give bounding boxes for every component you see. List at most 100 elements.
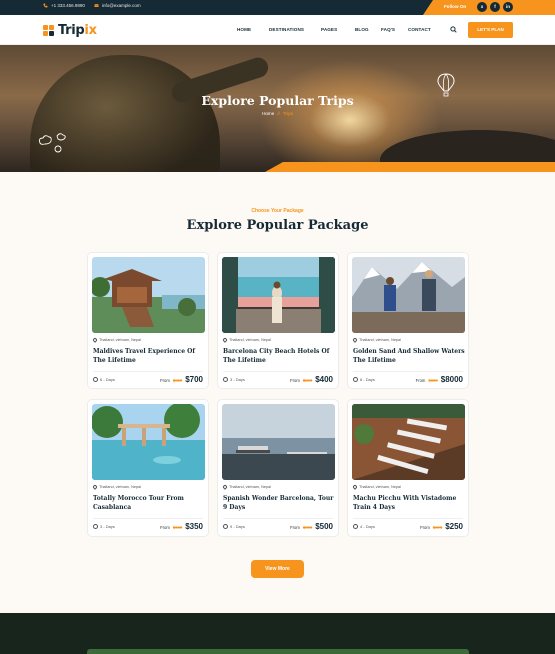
package-location: Thailand, vietnam, Nepal [92, 484, 141, 490]
follow-panel [423, 0, 555, 15]
email-text: info@example.com [102, 3, 141, 8]
mail-icon [94, 3, 99, 7]
card-divider [93, 518, 203, 519]
package-duration: 3 - Days [223, 377, 245, 382]
package-card[interactable]: Thailand, vietnam, Nepal Machu Picchu Wi… [347, 399, 469, 537]
old-price: $800 [302, 378, 313, 383]
clock-icon [353, 524, 358, 529]
card-divider [93, 371, 203, 372]
footer-band [0, 613, 555, 654]
view-more-button[interactable]: View More [251, 560, 304, 578]
nav-contact[interactable]: CONTACT [408, 27, 431, 32]
package-price: From $800 $500 [290, 522, 333, 531]
location-pin-icon [92, 484, 98, 490]
package-location: Thailand, vietnam, Nepal [92, 337, 141, 343]
card-divider [223, 371, 333, 372]
location-pin-icon [92, 337, 98, 343]
package-title[interactable]: Barcelona City Beach Hotels Of The Lifet… [223, 347, 335, 365]
old-price: $800 [432, 525, 443, 530]
phone-text: +1 333.456.9890 [51, 3, 85, 8]
package-price: From $800 $400 [290, 375, 333, 384]
package-price: From $800 $700 [160, 375, 203, 384]
package-duration: 9 - Days [223, 524, 245, 529]
package-card[interactable]: Thailand, vietnam, Nepal Barcelona City … [217, 252, 339, 389]
package-location: Thailand, vietnam, Nepal [222, 484, 271, 490]
card-divider [353, 518, 463, 519]
location-pin-icon [222, 484, 228, 490]
package-title[interactable]: Maldives Travel Experience Of The Lifeti… [93, 347, 205, 365]
clock-icon [93, 524, 98, 529]
footer-panel-edge [87, 649, 469, 654]
package-image-balcony[interactable] [222, 257, 335, 333]
package-duration: 4 - Days [353, 524, 375, 529]
lets-plan-button[interactable]: LET'S PLAN [468, 22, 513, 38]
clock-icon [223, 377, 228, 382]
logo[interactable]: Tripix [43, 23, 97, 38]
current-price: $250 [445, 522, 463, 531]
linkedin-social-icon[interactable]: in [503, 2, 513, 12]
package-location: Thailand, vietnam, Nepal [222, 337, 271, 343]
old-price: $800 [428, 378, 438, 383]
cloud-doodle-icon [38, 133, 66, 153]
old-price: $800 [302, 525, 313, 530]
clock-icon [93, 377, 98, 382]
breadcrumb: Home//Trips [0, 111, 555, 116]
clock-icon [223, 524, 228, 529]
current-price: $400 [315, 375, 333, 384]
current-price: $350 [185, 522, 203, 531]
x-social-icon[interactable]: x [477, 2, 487, 12]
old-price: $800 [172, 378, 183, 383]
facebook-social-icon[interactable]: f [490, 2, 500, 12]
search-icon[interactable] [450, 26, 457, 33]
package-duration: 6 - Days [353, 377, 375, 382]
phone-contact[interactable]: +1 333.456.9890 [43, 3, 85, 8]
location-pin-icon [222, 337, 228, 343]
current-price: $500 [315, 522, 333, 531]
package-title[interactable]: Spanish Wonder Barcelona, Tour 9 Days [223, 494, 335, 512]
breadcrumb-home[interactable]: Home [262, 111, 274, 116]
nav-faqs[interactable]: FAQ'S [381, 27, 395, 32]
nav-blog[interactable]: BLOG [355, 27, 369, 32]
package-card[interactable]: Thailand, vietnam, Nepal Spanish Wonder … [217, 399, 339, 537]
site-header: Tripix HOME DESTINATIONS PAGES BLOG FAQ'… [0, 15, 555, 45]
breadcrumb-separator: // [277, 111, 280, 116]
section-title: Explore Popular Package [186, 218, 369, 233]
current-price: $8000 [440, 375, 463, 384]
email-contact[interactable]: info@example.com [94, 3, 141, 8]
card-divider [223, 518, 333, 519]
hero-accent-stripe [265, 162, 555, 172]
package-location: Thailand, vietnam, Nepal [352, 484, 401, 490]
hero-title: Explore Popular Trips [201, 93, 354, 108]
package-image-mountain[interactable] [352, 257, 465, 333]
package-image-resort[interactable] [92, 257, 205, 333]
package-price: From $600 $350 [160, 522, 203, 531]
breadcrumb-current: Trips [282, 111, 293, 116]
clock-icon [353, 377, 358, 382]
package-duration: 6 - Days [93, 377, 115, 382]
package-image-sea-lounge[interactable] [222, 404, 335, 480]
section-kicker: Choose Your Package [251, 208, 304, 214]
package-image-deck-loungers[interactable] [352, 404, 465, 480]
nav-destinations[interactable]: DESTINATIONS [269, 27, 304, 32]
current-price: $700 [185, 375, 203, 384]
topbar: +1 333.456.9890 info@example.com Follow … [0, 0, 555, 15]
package-price: From $800 $8000 [415, 375, 463, 384]
package-card[interactable]: Thailand, vietnam, Nepal Golden Sand And… [347, 252, 469, 389]
location-pin-icon [352, 484, 358, 490]
package-title[interactable]: Golden Sand And Shallow Waters The Lifet… [353, 347, 465, 365]
follow-label: Follow On [444, 4, 467, 9]
nav-home[interactable]: HOME [237, 27, 251, 32]
nav-pages[interactable]: PAGES [321, 27, 337, 32]
package-title[interactable]: Totally Morocco Tour From Casablanca [93, 494, 205, 512]
package-card[interactable]: Thailand, vietnam, Nepal Totally Morocco… [87, 399, 209, 537]
old-price: $600 [172, 525, 183, 530]
package-card[interactable]: Thailand, vietnam, Nepal Maldives Travel… [87, 252, 209, 389]
package-location: Thailand, vietnam, Nepal [352, 337, 401, 343]
logo-mark-icon [43, 24, 55, 37]
package-title[interactable]: Machu Picchu With Vistadome Train 4 Days [353, 494, 465, 512]
hero-banner: Explore Popular Trips Home//Trips [0, 45, 555, 172]
card-divider [353, 371, 463, 372]
packages-section: Choose Your Package Explore Popular Pack… [0, 172, 555, 613]
package-image-pool[interactable] [92, 404, 205, 480]
location-pin-icon [352, 337, 358, 343]
